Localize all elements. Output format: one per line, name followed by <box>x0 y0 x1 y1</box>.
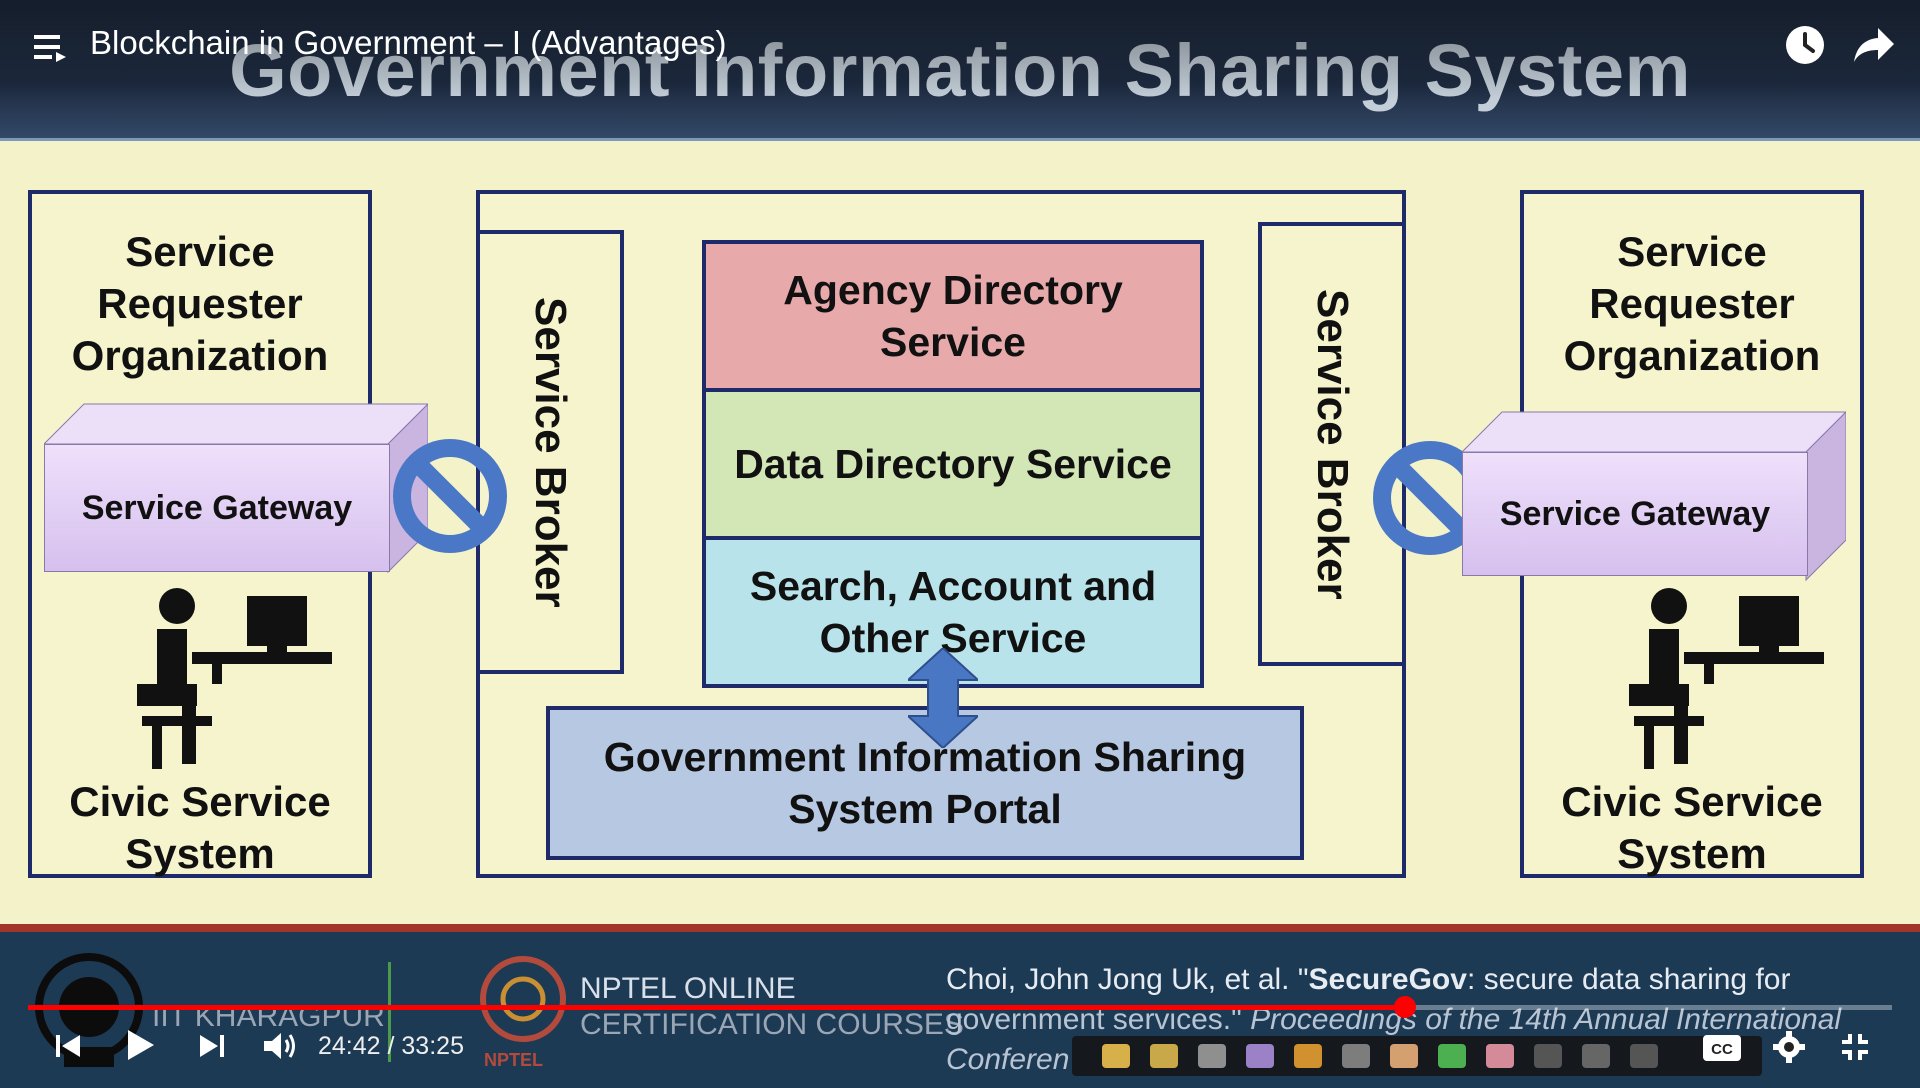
stamp-tool-icon[interactable] <box>1198 1044 1226 1068</box>
annotation-toolbar <box>1072 1036 1762 1076</box>
skip-next-icon[interactable] <box>198 1032 226 1060</box>
right-org-title: Service Requester Organization <box>1563 228 1821 379</box>
volume-icon[interactable] <box>262 1030 298 1062</box>
left-org-title: Service Requester Organization <box>71 228 329 379</box>
skip-previous-icon[interactable] <box>54 1032 82 1060</box>
citation-line-1: Choi, John Jong Uk, et al. "SecureGov: s… <box>946 960 1906 1000</box>
cc-icon[interactable]: CC <box>1702 1034 1742 1062</box>
person-at-computer-icon <box>1629 588 1824 769</box>
time-total: 33:25 <box>401 1032 464 1060</box>
citation-bold: SecureGov <box>1308 963 1467 996</box>
right-broker-label: Service Broker <box>1308 288 1357 600</box>
left-broker-label: Service Broker <box>526 296 575 608</box>
cursor-tool-icon[interactable] <box>1534 1044 1562 1068</box>
clipboard-tool-icon[interactable] <box>1342 1044 1370 1068</box>
double-arrow-icon <box>908 648 978 748</box>
svg-text:CC: CC <box>1711 1041 1733 1058</box>
progress-bar[interactable] <box>28 996 1892 1018</box>
shape-tool-icon[interactable] <box>1246 1044 1274 1068</box>
screen-tool-icon[interactable] <box>1630 1044 1658 1068</box>
person-at-computer-icon <box>137 588 332 769</box>
pen-tool-icon[interactable] <box>1390 1044 1418 1068</box>
marker-tool-icon[interactable] <box>1438 1044 1466 1068</box>
move-tool-icon[interactable] <box>1582 1044 1610 1068</box>
slide: Government Information Sharing System Se… <box>0 0 1920 1088</box>
right-service-gateway: Service Gateway <box>1462 452 1808 576</box>
exit-fullscreen-icon[interactable] <box>1840 1032 1870 1062</box>
left-service-gateway: Service Gateway <box>44 444 390 572</box>
citation-text: : secure data sharing for <box>1466 963 1791 996</box>
nptel-line-2: CERTIFICATION COURSES <box>580 1008 964 1041</box>
share-icon[interactable] <box>1852 26 1896 64</box>
play-icon[interactable] <box>126 1028 156 1062</box>
citation-text: Choi, John Jong Uk, et al. " <box>946 963 1309 996</box>
right-civic-system-label: Civic Service System <box>1561 778 1823 877</box>
menu-icon[interactable] <box>34 32 68 62</box>
pointer-tool-icon[interactable] <box>1102 1044 1130 1068</box>
left-civic-system-label: Civic Service System <box>69 778 331 877</box>
service-stack: Agency Directory Service Data Directory … <box>702 240 1204 690</box>
nptel-line-1: NPTEL ONLINE <box>580 972 796 1005</box>
agency-directory-service: Agency Directory Service <box>702 240 1204 392</box>
highlighter-tool-icon[interactable] <box>1150 1044 1178 1068</box>
time-display: 24:42 / 33:25 <box>318 1032 464 1061</box>
time-separator: / <box>380 1032 402 1060</box>
right-gateway-label: Service Gateway <box>1499 494 1771 533</box>
data-directory-service: Data Directory Service <box>702 388 1204 540</box>
time-current: 24:42 <box>318 1032 381 1060</box>
eraser-tool-icon[interactable] <box>1486 1044 1514 1068</box>
nptel-logo-icon <box>480 956 566 1042</box>
video-title[interactable]: Blockchain in Government – I (Advantages… <box>90 24 727 62</box>
citation-text: Conferen <box>946 1043 1070 1076</box>
settings-icon[interactable] <box>1772 1030 1806 1064</box>
color-tool-icon[interactable] <box>1294 1044 1322 1068</box>
nptel-logo-text: NPTEL <box>484 1050 544 1070</box>
left-connector-icon <box>393 439 507 553</box>
progress-played <box>28 1005 1406 1010</box>
left-gateway-label: Service Gateway <box>81 488 353 527</box>
clock-icon[interactable] <box>1784 24 1826 66</box>
